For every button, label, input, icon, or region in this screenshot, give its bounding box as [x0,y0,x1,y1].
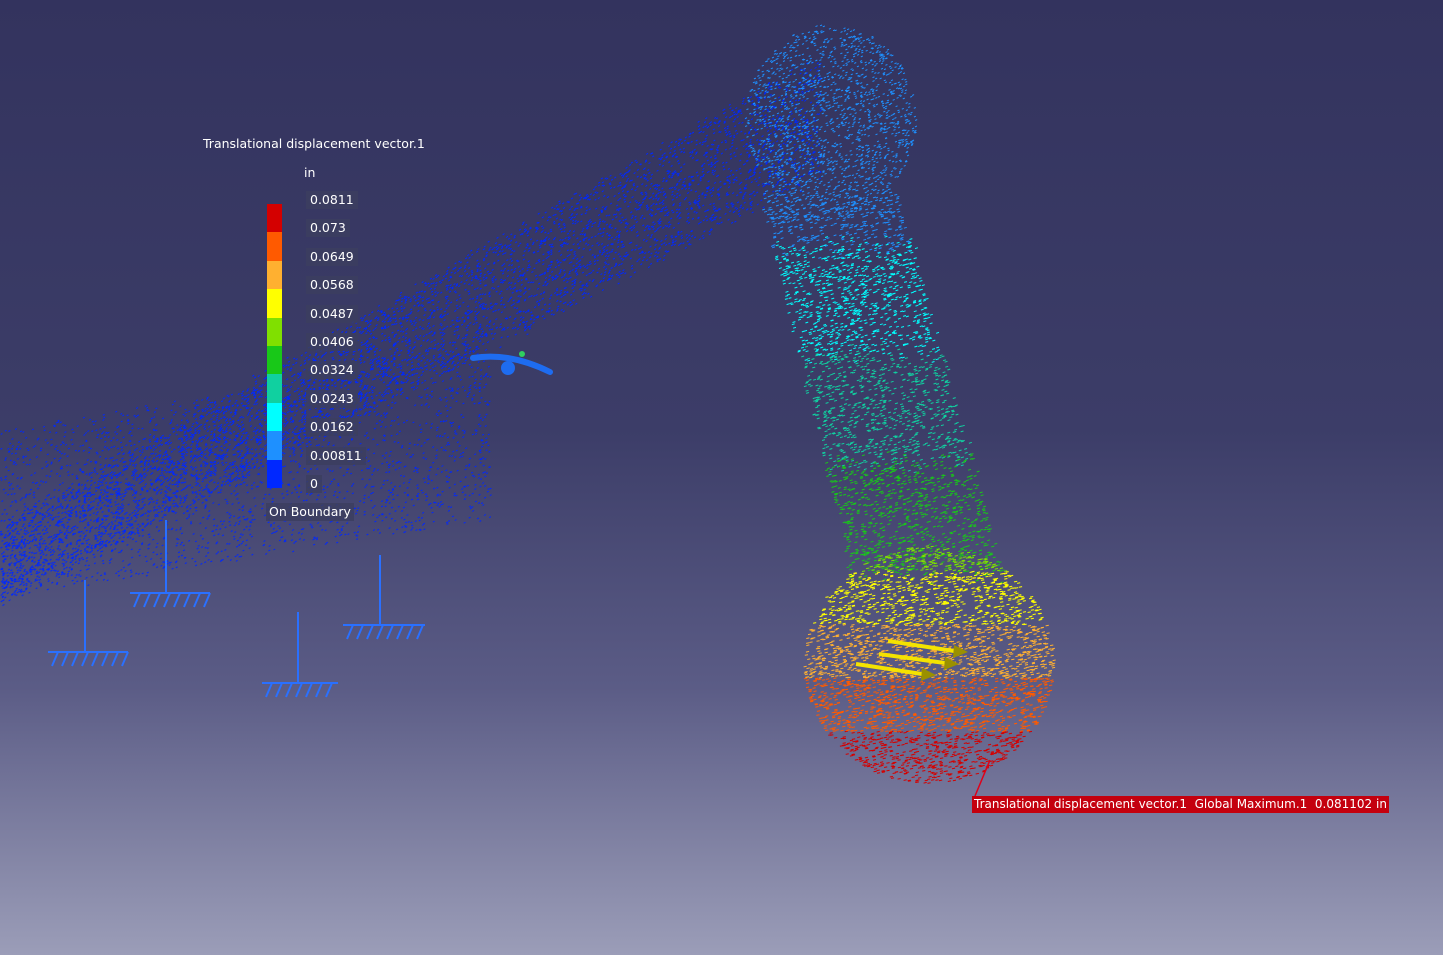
legend-value: 0.073 [306,219,350,238]
legend-value: 0.0162 [306,418,358,437]
displacement-vector-group [812,570,1044,626]
legend-value: 0 [306,475,322,493]
legend-color-segment [267,459,282,488]
displacement-vector-group [828,730,1033,784]
legend-unit: in [304,165,316,180]
legend-title: Translational displacement vector.1 [203,136,425,151]
legend-value: 0.0649 [306,247,358,266]
3d-viewport[interactable]: Translational displacement vector.1 in 0… [0,0,1443,955]
legend-color-segment [267,289,282,318]
displacement-vector-group [803,623,1056,679]
legend-value: 0.0406 [306,333,358,351]
displacement-vector-group [803,677,1054,733]
compass-icon[interactable] [470,351,553,375]
displacement-vector-group [744,24,918,259]
global-maximum-label[interactable]: Translational displacement vector.1 Glob… [972,796,1389,813]
legend-color-segment [267,431,282,460]
legend-value: 0.0324 [306,361,358,380]
legend-color-segment [267,317,282,346]
legend-value: 0.00811 [306,446,366,465]
legend-colorbar[interactable] [267,204,282,488]
displacement-vector-group [801,343,972,476]
legend-footer: On Boundary [266,503,354,521]
legend-value: 0.0568 [306,276,358,295]
legend-value: 0.0243 [306,389,358,408]
legend-color-segment [267,374,282,403]
legend-color-segment [267,204,282,233]
legend-color-segment [267,260,282,290]
legend-value: 0.0487 [306,304,358,323]
legend-color-segment [267,402,282,432]
displacement-vector-group [774,235,941,364]
legend-color-segment [267,345,282,375]
legend-color-segment [267,232,282,261]
legend-value: 0.0811 [306,191,358,209]
